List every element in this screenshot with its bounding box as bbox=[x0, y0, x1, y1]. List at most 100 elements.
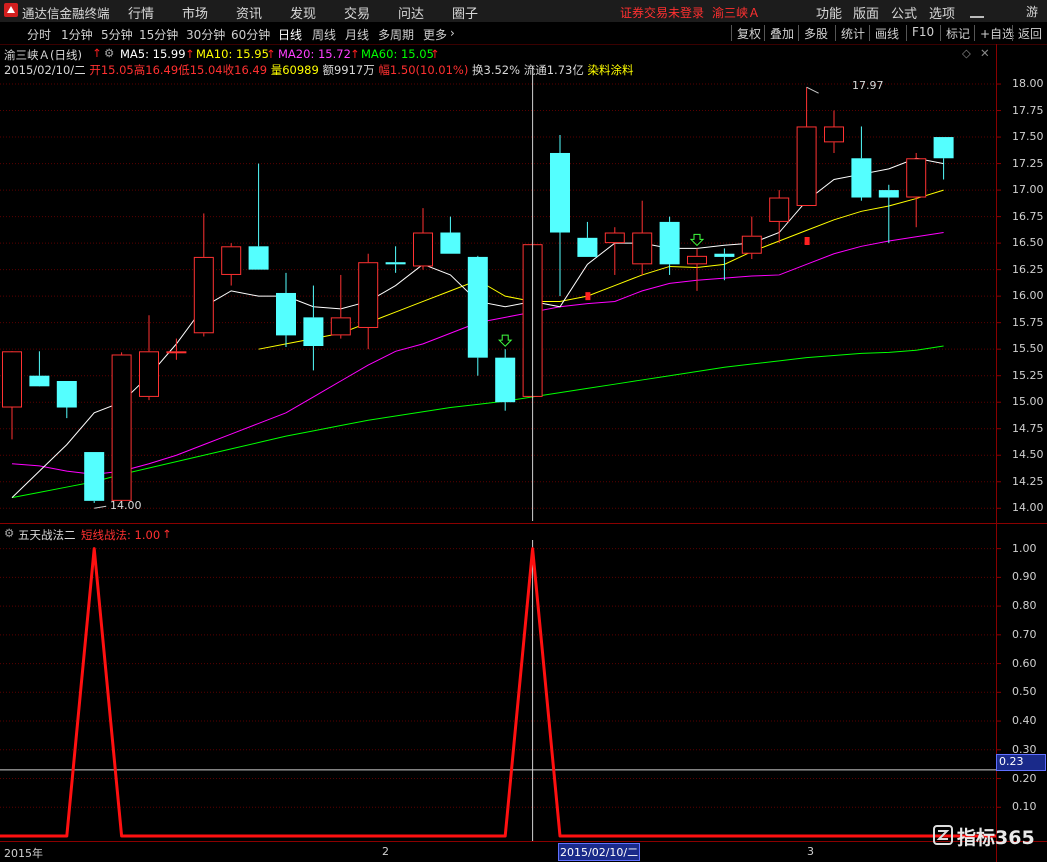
tab-intraday[interactable]: 分时 bbox=[27, 26, 51, 43]
indicator-axis-label: 0.40 bbox=[1012, 714, 1037, 728]
candle-body-up bbox=[741, 235, 762, 254]
tab-30min[interactable]: 30分钟 bbox=[186, 26, 225, 43]
candle-body-down bbox=[467, 256, 488, 358]
info-float: 流通1.73亿 bbox=[523, 63, 584, 77]
collapse-icon[interactable]: ◇ bbox=[962, 46, 971, 60]
info-turnover: 换3.52% bbox=[472, 63, 521, 77]
menu-item-discover[interactable]: 发现 bbox=[290, 3, 316, 22]
candle-body-down bbox=[577, 237, 598, 257]
menu-item-quotes[interactable]: 行情 bbox=[128, 3, 154, 22]
buy-arrow-icon bbox=[689, 233, 705, 247]
indicator-axis-label: 0.60 bbox=[1012, 656, 1037, 670]
tab-5min[interactable]: 5分钟 bbox=[101, 26, 133, 43]
tab-1min[interactable]: 1分钟 bbox=[61, 26, 93, 43]
back-button[interactable]: 返回 bbox=[1012, 25, 1042, 41]
indicator-line-label: 短线战法: 1.00 bbox=[81, 528, 161, 542]
app-title: 通达信金融终端 bbox=[22, 6, 110, 21]
minimize-icon[interactable] bbox=[970, 6, 984, 18]
mark-button[interactable]: 标记 bbox=[940, 25, 970, 41]
candlestick-chart[interactable] bbox=[0, 0, 1047, 862]
menu-item-options[interactable]: 选项 bbox=[929, 3, 955, 22]
trade-login-notice[interactable]: 证券交易未登录 bbox=[620, 4, 704, 21]
tab-60min[interactable]: 60分钟 bbox=[231, 26, 270, 43]
buy-arrow-icon bbox=[497, 334, 513, 347]
indicator-collapse-icon[interactable]: ⚙ bbox=[4, 526, 14, 540]
cursor-value: 0.23 bbox=[999, 755, 1024, 768]
restore-rights-button[interactable]: 复权 bbox=[731, 25, 761, 41]
menu-item-trade[interactable]: 交易 bbox=[344, 3, 370, 22]
candle-body-up bbox=[166, 351, 187, 354]
menu-item-formula[interactable]: 公式 bbox=[891, 3, 917, 22]
tab-multi-period[interactable]: 多周期 bbox=[378, 26, 414, 43]
candle-body-up bbox=[111, 354, 132, 501]
candle-body-up bbox=[687, 255, 707, 265]
close-chart-icon[interactable]: ✕ bbox=[980, 46, 990, 60]
price-axis-label: 16.00 bbox=[1012, 289, 1044, 303]
info-concept[interactable]: 染料涂料 bbox=[587, 63, 633, 77]
f10-button[interactable]: F10 bbox=[906, 25, 934, 41]
statistics-button[interactable]: 统计 bbox=[835, 25, 865, 41]
candle-body-up bbox=[906, 158, 927, 198]
high-annotation: 17.97 bbox=[852, 79, 884, 92]
ma10-name: MA10 bbox=[196, 47, 229, 61]
high-annotation-leader bbox=[806, 86, 819, 94]
low-annotation-leader bbox=[94, 505, 107, 509]
candle-body-up bbox=[330, 317, 351, 336]
menu-item-function[interactable]: 功能 bbox=[816, 3, 842, 22]
candle-body-down bbox=[385, 262, 406, 265]
x-label-cursor-date: 2015/02/10/二 bbox=[558, 843, 641, 861]
menu-item-layout[interactable]: 版面 bbox=[853, 3, 879, 22]
period-toolbar: 分时 1分钟 5分钟 15分钟 30分钟 60分钟 日线 周线 月线 多周期 更… bbox=[0, 22, 1047, 45]
candle-body-down bbox=[303, 317, 324, 346]
candle-body-down bbox=[248, 246, 269, 270]
bar-info-line: 2015/02/10/二 开15.05高16.49低15.04收16.49 量6… bbox=[4, 62, 633, 78]
chart-title: 渝三峡Ａ(日线) bbox=[4, 48, 82, 62]
info-open-label: 开 bbox=[89, 63, 101, 77]
menu-item-circle[interactable]: 圈子 bbox=[452, 3, 478, 22]
overlay-button[interactable]: 叠加 bbox=[764, 25, 794, 41]
ma5-up-arrow-icon: ↑ bbox=[185, 47, 195, 61]
tab-15min[interactable]: 15分钟 bbox=[139, 26, 178, 43]
menu-item-market[interactable]: 市场 bbox=[182, 3, 208, 22]
ma5-name: MA5 bbox=[120, 47, 146, 61]
candle-body-up bbox=[193, 256, 214, 334]
tab-more[interactable]: 更多 bbox=[423, 26, 447, 43]
price-axis-label: 15.75 bbox=[1012, 315, 1044, 329]
ma10-up-arrow-icon: ↑ bbox=[266, 47, 276, 61]
info-vol: 60989 bbox=[282, 63, 319, 77]
app-logo-icon bbox=[4, 3, 18, 17]
indicator-signal-line bbox=[0, 547, 996, 838]
up-arrow-icon: ↑ bbox=[92, 46, 102, 60]
candle-body-down bbox=[276, 292, 296, 336]
price-axis-label: 16.25 bbox=[1012, 262, 1044, 276]
indicator-header: ⚙ 五天战法二 短线战法: 1.00 ↑ bbox=[0, 524, 996, 542]
watermark-text: 指标365 bbox=[957, 827, 1035, 849]
candle-body-down bbox=[84, 452, 105, 501]
chevron-right-icon[interactable]: › bbox=[450, 26, 455, 40]
indicator-axis-label: 0.10 bbox=[1012, 800, 1037, 814]
sell-marker bbox=[585, 292, 591, 301]
indicator-name[interactable]: 五天战法二 bbox=[18, 527, 76, 543]
price-axis-label: 17.25 bbox=[1012, 156, 1044, 170]
menu-item-ask[interactable]: 问达 bbox=[398, 3, 424, 22]
price-axis-label: 14.00 bbox=[1012, 501, 1044, 515]
candle-body-down bbox=[714, 253, 735, 257]
candle-body-down bbox=[933, 137, 954, 159]
price-axis-label: 17.75 bbox=[1012, 103, 1044, 117]
info-open: 15.05 bbox=[100, 63, 134, 77]
tab-monthly[interactable]: 月线 bbox=[345, 26, 369, 43]
multi-stock-button[interactable]: 多股 bbox=[798, 25, 828, 41]
draw-line-button[interactable]: 画线 bbox=[869, 25, 899, 41]
candle-body-up bbox=[604, 232, 625, 244]
info-high: 16.49 bbox=[145, 63, 179, 77]
add-watchlist-button[interactable]: +自选 bbox=[974, 25, 1014, 41]
ma60-up-arrow-icon: ↑ bbox=[430, 47, 440, 61]
tab-daily[interactable]: 日线 bbox=[278, 26, 302, 43]
ma60-name: MA60 bbox=[361, 47, 394, 61]
ma-settings-icon[interactable]: ⚙ bbox=[104, 46, 114, 60]
x-label-mar: 3 bbox=[807, 845, 814, 858]
tab-weekly[interactable]: 周线 bbox=[312, 26, 336, 43]
ma10-label: MA10: 15.95 bbox=[196, 47, 269, 61]
menu-item-news[interactable]: 资讯 bbox=[236, 3, 262, 22]
price-axis-label: 17.50 bbox=[1012, 130, 1044, 144]
